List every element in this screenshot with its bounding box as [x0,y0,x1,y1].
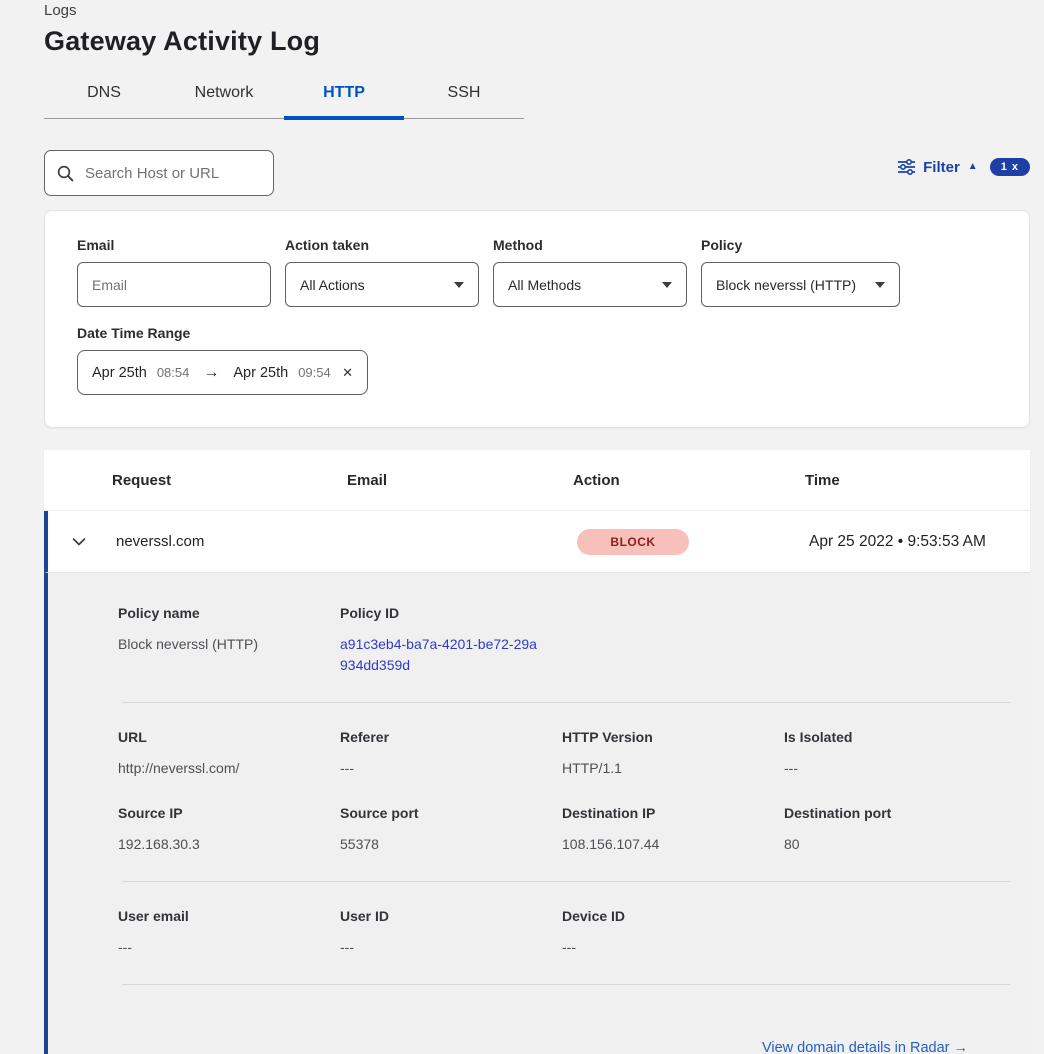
arrow-right-icon: → [199,364,223,382]
referer-value: --- [340,758,562,779]
chevron-down-icon [662,282,672,288]
search-input[interactable] [85,165,255,182]
policy-filter-select[interactable]: Block neverssl (HTTP) [701,262,900,307]
policy-filter-value: Block neverssl (HTTP) [716,277,856,293]
url-label: URL [118,729,340,745]
policy-name-value: Block neverssl (HTTP) [118,634,340,655]
user-email-label: User email [118,908,340,924]
row-details-panel: Policy name Block neverssl (HTTP) Policy… [44,573,1030,1054]
caret-up-icon: ▲ [968,162,978,172]
page-header: Logs Gateway Activity Log [44,2,320,57]
is-isolated-value: --- [784,758,1010,779]
filter-panel: Email Action taken All Actions Method Al… [44,210,1030,428]
device-id-label: Device ID [562,908,784,924]
row-expand-chevron-icon[interactable] [72,537,86,546]
activity-log-table: Request Email Action Time neverssl.com B… [44,450,1030,1054]
filter-label: Filter [923,159,960,176]
tab-network[interactable]: Network [164,76,284,120]
start-time[interactable]: 08:54 [157,365,190,380]
row-time: Apr 25 2022 • 9:53:53 AM [809,533,1030,551]
policy-section: Policy name Block neverssl (HTTP) Policy… [118,605,1010,676]
source-port-label: Source port [340,805,562,821]
search-box [44,150,274,196]
source-ip-value: 192.168.30.3 [118,834,340,855]
tab-ssh[interactable]: SSH [404,76,524,120]
table-header-row: Request Email Action Time [44,450,1030,511]
is-isolated-label: Is Isolated [784,729,1010,745]
col-header-request: Request [112,472,347,489]
filter-toggle[interactable]: Filter ▲ 1 x [898,158,1030,176]
source-ip-label: Source IP [118,805,340,821]
device-id-value: --- [562,937,784,958]
user-id-label: User ID [340,908,562,924]
filter-count-badge[interactable]: 1 x [990,158,1030,176]
action-filter-value: All Actions [300,277,365,293]
destination-port-label: Destination port [784,805,1010,821]
destination-ip-label: Destination IP [562,805,784,821]
email-filter-label: Email [77,237,271,253]
radar-link-row: View domain details in Radar → [118,1011,1010,1054]
policy-filter-label: Policy [701,237,900,253]
destination-port-value: 80 [784,834,1010,855]
user-id-value: --- [340,937,562,958]
table-row[interactable]: neverssl.com BLOCK Apr 25 2022 • 9:53:53… [44,511,1030,573]
action-filter-label: Action taken [285,237,479,253]
row-request: neverssl.com [116,533,351,550]
user-email-value: --- [118,937,340,958]
filter-sliders-icon [898,159,915,175]
http-version-label: HTTP Version [562,729,784,745]
url-value: http://neverssl.com/ [118,758,340,779]
policy-id-link[interactable]: a91c3eb4-ba7a-4201-be72-29a934dd359d [340,634,538,676]
tab-dns[interactable]: DNS [44,76,164,120]
tab-bar: DNS Network HTTP SSH [44,76,524,119]
user-section: User email --- User ID --- Device ID --- [118,908,1010,958]
method-filter-value: All Methods [508,277,581,293]
breadcrumb[interactable]: Logs [44,2,320,19]
clear-date-range-icon[interactable]: ✕ [342,365,353,381]
chevron-down-icon [875,282,885,288]
action-filter-select[interactable]: All Actions [285,262,479,307]
end-time[interactable]: 09:54 [298,365,331,380]
search-icon [57,165,74,182]
source-port-value: 55378 [340,834,562,855]
email-filter-input[interactable] [77,262,271,307]
action-badge: BLOCK [577,529,689,555]
divider [122,984,1010,985]
start-date[interactable]: Apr 25th [92,365,147,381]
request-section: URL http://neverssl.com/ Referer --- HTT… [118,729,1010,855]
policy-id-label: Policy ID [340,605,562,621]
end-date[interactable]: Apr 25th [233,365,288,381]
method-filter-label: Method [493,237,687,253]
search-filter-row: Filter ▲ 1 x [44,150,1030,196]
method-filter-select[interactable]: All Methods [493,262,687,307]
tab-http[interactable]: HTTP [284,76,404,120]
col-header-time: Time [805,472,1030,489]
divider [122,881,1010,882]
radar-link[interactable]: View domain details in Radar → [762,1040,968,1054]
date-range-picker[interactable]: Apr 25th 08:54 → Apr 25th 09:54 ✕ [77,350,368,395]
col-header-email: Email [347,472,573,489]
http-version-value: HTTP/1.1 [562,758,784,779]
divider [122,702,1010,703]
date-range-label: Date Time Range [77,325,1029,341]
chevron-down-icon [454,282,464,288]
col-header-action: Action [573,472,805,489]
page-title: Gateway Activity Log [44,26,320,57]
policy-name-label: Policy name [118,605,340,621]
destination-ip-value: 108.156.107.44 [562,834,784,855]
referer-label: Referer [340,729,562,745]
